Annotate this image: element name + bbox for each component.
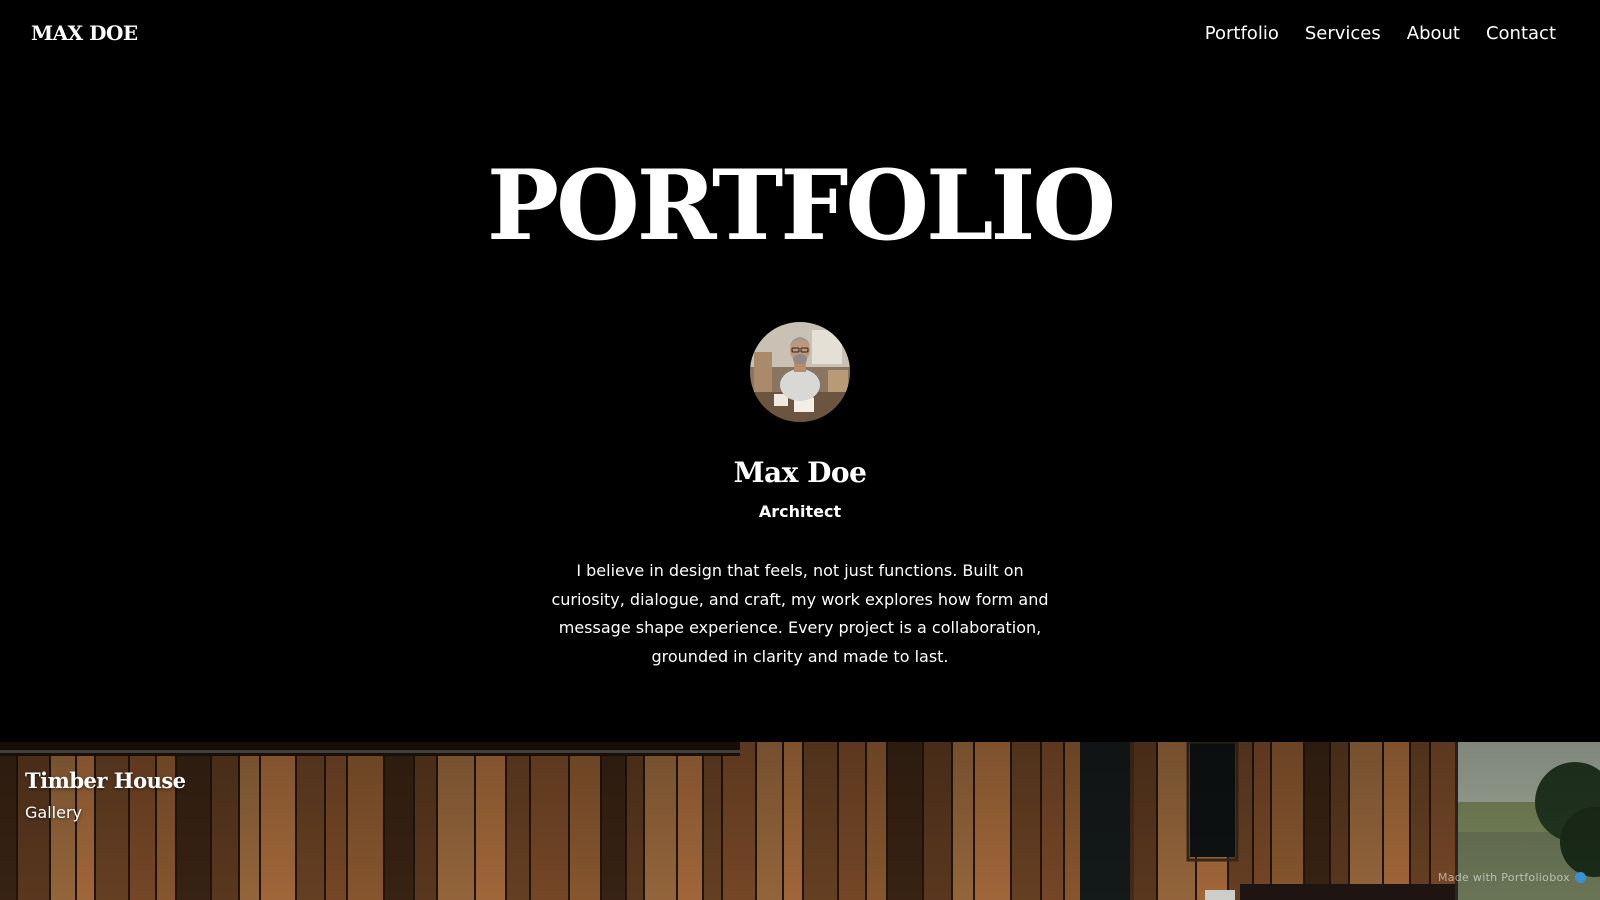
person-photo-avatar-icon — [750, 322, 850, 422]
profile-name: Max Doe — [733, 456, 867, 489]
main-nav: Portfolio Services About Contact — [1205, 23, 1556, 44]
nav-item-about[interactable]: About — [1407, 23, 1460, 44]
site-logo[interactable]: MAX DOE — [31, 21, 138, 45]
made-with-text: Made with Portfoliobox — [1437, 871, 1570, 884]
project-card-timber-house[interactable] — [0, 742, 1600, 900]
top-bar: MAX DOE Portfolio Services About Contact — [0, 0, 1600, 70]
portfoliobox-logo-icon — [1575, 872, 1586, 883]
project-category: Gallery — [25, 803, 82, 822]
nav-item-services[interactable]: Services — [1305, 23, 1381, 44]
hero-title: PORTFOLIO — [486, 149, 1116, 262]
nav-item-portfolio[interactable]: Portfolio — [1205, 23, 1279, 44]
nav-item-contact[interactable]: Contact — [1486, 23, 1556, 44]
project-title[interactable]: Timber House — [25, 767, 186, 795]
made-with-badge[interactable]: Made with Portfoliobox — [1438, 871, 1586, 884]
profile-role: Architect — [758, 502, 842, 521]
timber-house-photo — [0, 742, 1600, 900]
profile-avatar — [750, 322, 850, 422]
profile-bio: I believe in design that feels, not just… — [551, 561, 1049, 666]
page: MAX DOE Portfolio Services About Contact… — [0, 0, 1600, 900]
